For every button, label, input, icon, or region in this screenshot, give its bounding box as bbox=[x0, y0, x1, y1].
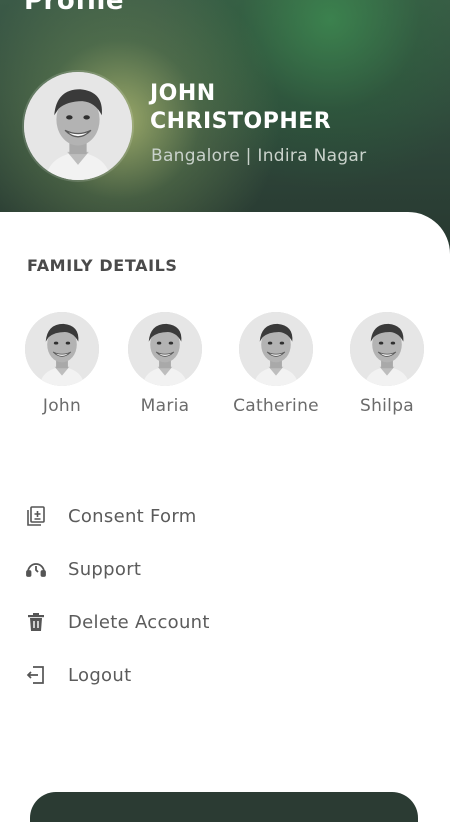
family-member-john[interactable]: John bbox=[7, 312, 117, 416]
user-name: JOHN CHRISTOPHER bbox=[150, 80, 430, 136]
family-member-avatar bbox=[350, 312, 424, 386]
family-member-name: Maria bbox=[140, 396, 190, 416]
profile-card: FAMILY DETAILS John Maria Catherine Shil… bbox=[0, 212, 450, 822]
user-location: Bangalore | Indira Nagar bbox=[151, 146, 367, 166]
family-member-catherine[interactable]: Catherine bbox=[221, 312, 331, 416]
family-member-name: Catherine bbox=[233, 396, 319, 416]
family-member-avatar bbox=[25, 312, 99, 386]
support-icon bbox=[22, 555, 50, 583]
menu-item-label: Logout bbox=[68, 664, 132, 686]
family-member-name: Shilpa bbox=[359, 396, 415, 416]
menu-item-label: Delete Account bbox=[68, 611, 210, 633]
user-avatar[interactable] bbox=[24, 72, 132, 180]
family-details-title: FAMILY DETAILS bbox=[27, 256, 178, 275]
menu-item-logout[interactable]: Logout bbox=[22, 659, 402, 691]
user-last-name: CHRISTOPHER bbox=[150, 109, 332, 134]
family-member-shilpa[interactable]: Shilpa bbox=[332, 312, 442, 416]
logout-icon bbox=[22, 661, 50, 689]
consent-form-icon bbox=[22, 502, 50, 530]
user-avatar-image bbox=[24, 72, 132, 180]
trash-icon bbox=[22, 608, 50, 636]
family-member-name: John bbox=[42, 396, 82, 416]
menu-item-label: Support bbox=[68, 558, 142, 580]
page-title: Profile bbox=[24, 0, 125, 16]
menu-item-delete-account[interactable]: Delete Account bbox=[22, 606, 402, 638]
menu-item-support[interactable]: Support bbox=[22, 553, 402, 585]
family-member-avatar bbox=[239, 312, 313, 386]
bottom-action-button[interactable] bbox=[30, 792, 418, 822]
menu-item-consent-form[interactable]: Consent Form bbox=[22, 500, 402, 532]
user-first-name: JOHN bbox=[150, 81, 216, 106]
family-member-maria[interactable]: Maria bbox=[110, 312, 220, 416]
family-member-avatar bbox=[128, 312, 202, 386]
menu-item-label: Consent Form bbox=[68, 505, 197, 527]
